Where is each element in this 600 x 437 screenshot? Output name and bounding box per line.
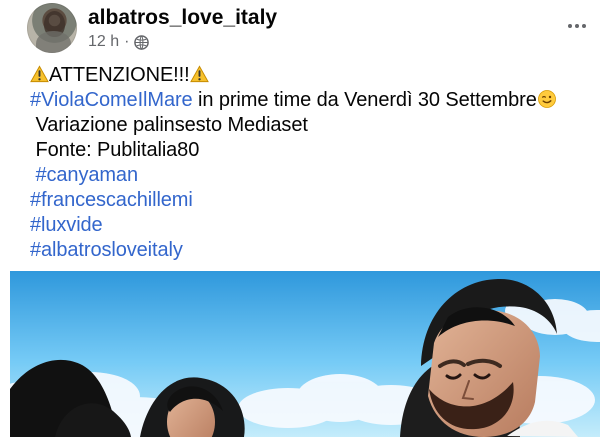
variation-text: Variazione palinsesto Mediaset [35,114,308,136]
hashtag-link[interactable]: #ViolaComeIlMare [30,89,193,111]
hashtag-line: #francescachillemi [30,188,590,213]
more-horizontal-icon [575,24,579,28]
more-options-button[interactable] [563,14,591,38]
warning-emoji-icon [189,65,209,83]
post-header: albatros_love_italy 12 h · [0,0,600,62]
wink-emoji-icon [537,89,557,109]
hashtag-link[interactable]: #francescachillemi [30,189,193,211]
hashtag-link[interactable]: #luxvide [30,214,103,236]
facebook-post-screen: albatros_love_italy 12 h · ATTENZIONE!!!… [0,0,600,437]
globe-icon[interactable] [134,34,150,50]
hashtag-line: #canyaman [30,163,590,188]
post-caption: ATTENZIONE!!! #ViolaComeIlMare in prime … [30,63,590,263]
post-time[interactable]: 12 h [88,33,119,51]
author-avatar[interactable] [27,3,77,53]
post-meta: 12 h · [88,33,150,51]
hashtag-link[interactable]: #canyaman [35,164,138,186]
caption-schedule-line: #ViolaComeIlMare in prime time da Venerd… [30,88,590,113]
source-text: Fonte: Publitalia80 [35,139,200,161]
warning-emoji-icon [30,65,49,83]
more-horizontal-icon [582,24,586,28]
more-horizontal-icon [568,24,572,28]
schedule-text: in prime time da Venerdì 30 Settembre [192,89,537,111]
author-name[interactable]: albatros_love_italy [88,6,277,30]
hashtag-line: #luxvide [30,213,590,238]
hashtag-link[interactable]: #albatrosloveitaly [30,239,183,261]
caption-variation-line: Variazione palinsesto Mediaset [30,113,590,138]
post-photo[interactable] [10,271,600,437]
hashtag-line: #albatrosloveitaly [30,238,590,263]
alert-text: ATTENZIONE!!! [49,64,190,86]
meta-separator: · [124,33,130,50]
caption-alert-line: ATTENZIONE!!! [30,63,590,88]
caption-source-line: Fonte: Publitalia80 [30,138,590,163]
